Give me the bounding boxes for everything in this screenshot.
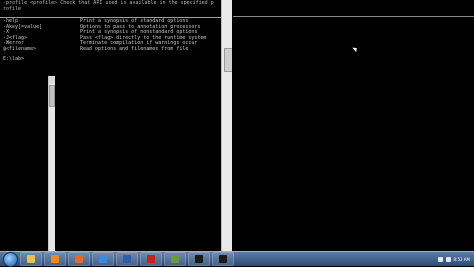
taskbar: 8:52 AM xyxy=(0,251,474,267)
scroll-up-arrow[interactable] xyxy=(49,76,55,83)
system-tray: 8:52 AM xyxy=(437,256,474,262)
command-prompt-window: -profile <profile> Check that API used i… xyxy=(0,0,232,252)
taskbar-button-cmd-2[interactable] xyxy=(212,252,234,266)
app-icon xyxy=(171,255,179,263)
option-row: @<filename> Read options and filenames f… xyxy=(3,45,206,53)
window-scroll-thumb[interactable] xyxy=(224,48,232,72)
word-icon xyxy=(123,255,131,263)
taskbar-button-firefox[interactable] xyxy=(68,252,90,266)
taskbar-button-media[interactable] xyxy=(44,252,66,266)
volume-icon[interactable] xyxy=(445,256,451,262)
taskbar-button-explorer[interactable] xyxy=(20,252,42,266)
network-icon[interactable] xyxy=(437,256,443,262)
console-header: -profile <profile> Check that API used i… xyxy=(0,0,232,16)
media-player-icon xyxy=(51,255,59,263)
acrobat-icon xyxy=(147,255,155,263)
taskbar-button-app[interactable] xyxy=(164,252,186,266)
console-header-line: rofile xyxy=(3,6,22,12)
vertical-scrollbar[interactable] xyxy=(48,76,55,252)
mouse-cursor-icon xyxy=(352,45,359,53)
cmd-icon xyxy=(219,255,227,263)
cmd-icon xyxy=(195,255,203,263)
clock[interactable]: 8:52 AM xyxy=(454,257,470,262)
start-button[interactable] xyxy=(3,251,18,267)
taskbar-button-ie[interactable] xyxy=(92,252,114,266)
command-prompt[interactable]: E:\lab> xyxy=(3,56,24,62)
option-list: -help Print a synopsis of standard optio… xyxy=(3,18,206,53)
taskbar-button-acrobat[interactable] xyxy=(140,252,162,266)
ie-icon xyxy=(99,255,107,263)
option-name: @<filename> xyxy=(3,45,37,52)
scroll-thumb[interactable] xyxy=(49,85,55,107)
taskbar-button-cmd[interactable] xyxy=(188,252,210,266)
console-header-line: -profile <profile> Check that API used i… xyxy=(3,0,214,6)
divider xyxy=(233,16,474,17)
console-output[interactable]: -help Print a synopsis of standard optio… xyxy=(0,17,232,252)
window-scrollbar[interactable] xyxy=(221,0,232,252)
option-description: Read options and filenames from file xyxy=(80,45,189,52)
taskbar-button-word[interactable] xyxy=(116,252,138,266)
firefox-icon xyxy=(75,255,83,263)
explorer-icon xyxy=(27,255,35,263)
